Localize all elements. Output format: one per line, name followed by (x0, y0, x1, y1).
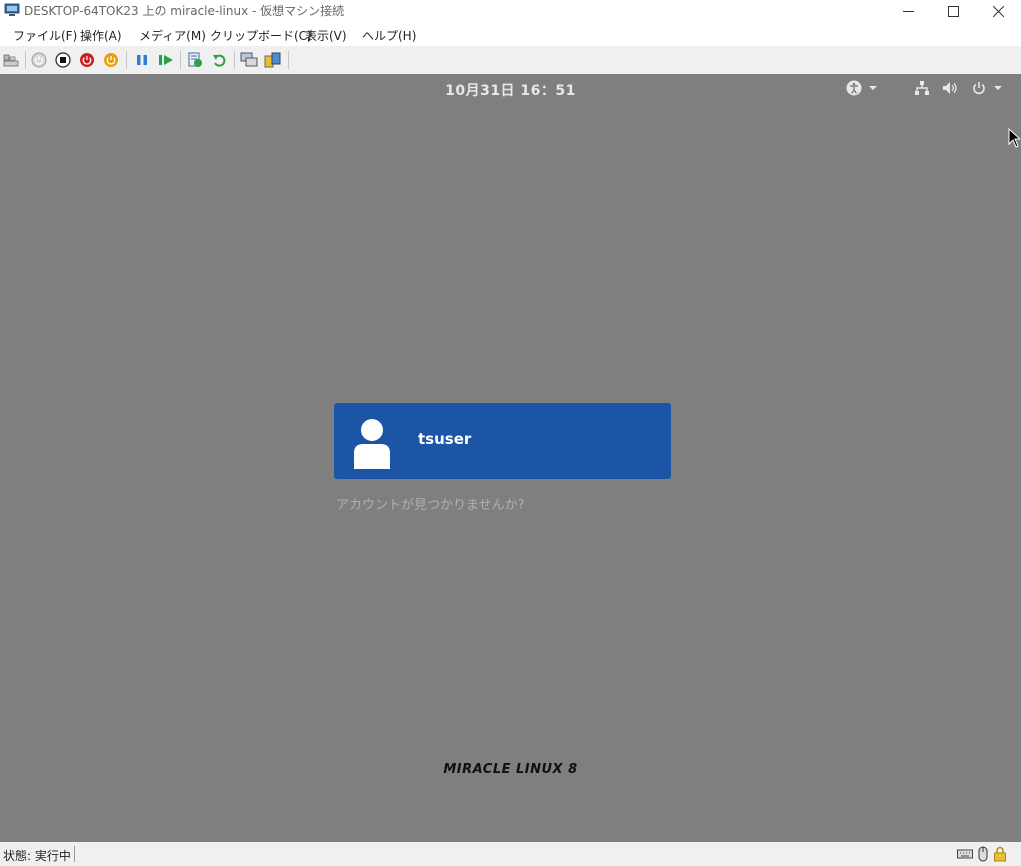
mouse-icon (978, 846, 988, 862)
resume-button[interactable] (157, 51, 175, 69)
network-icon (915, 81, 929, 95)
shut-down-icon (80, 53, 94, 67)
toolbar-separator (180, 51, 181, 69)
close-icon (992, 5, 1004, 17)
enhanced-session-icon (240, 52, 258, 67)
avatar-icon (354, 419, 390, 469)
volume-indicator[interactable] (942, 80, 958, 96)
window-title: DESKTOP-64TOK23 上の miracle-linux - 仮想マシン… (24, 4, 345, 18)
turn-off-button[interactable] (54, 51, 72, 69)
status-bar: 状態: 実行中 (0, 842, 1021, 866)
keyboard-indicator (957, 846, 973, 862)
toolbar (0, 46, 1021, 74)
maximize-icon (947, 5, 959, 17)
status-separator (74, 846, 75, 862)
distro-logo: MIRACLE LINUX 8 (443, 762, 578, 777)
pause-button[interactable] (133, 51, 151, 69)
ctrl-alt-del-button[interactable] (2, 51, 20, 69)
enhanced-session-button[interactable] (240, 51, 258, 69)
power-menu[interactable] (971, 80, 1005, 96)
share-button[interactable] (264, 51, 282, 69)
vm-screen[interactable]: 10月31日 16：51 tsuser アカウントが見つかりませんか? MIRA… (0, 74, 1021, 842)
start-button[interactable] (30, 51, 48, 69)
pause-icon (137, 55, 147, 65)
power-orange-icon (104, 53, 118, 67)
not-listed-link[interactable]: アカウントが見つかりませんか? (336, 494, 525, 513)
resume-icon (159, 55, 173, 65)
vm-connection-icon (4, 3, 20, 16)
keyboard-icon (957, 849, 973, 859)
menu-action[interactable]: 操作(A) (80, 27, 122, 44)
lock-icon (994, 846, 1006, 862)
share-icon (264, 52, 281, 68)
title-bar: DESKTOP-64TOK23 上の miracle-linux - 仮想マシン… (0, 0, 1021, 22)
volume-icon (943, 82, 957, 94)
user-name: tsuser (418, 430, 472, 448)
menu-bar: ファイル(F) 操作(A) メディア(M) クリップボード(C) 表示(V) ヘ… (0, 22, 1021, 46)
status-label: 状態: 実行中 (3, 849, 71, 863)
ctrl-alt-del-icon (3, 54, 19, 67)
toolbar-separator (234, 51, 235, 69)
mouse-indicator (978, 846, 988, 862)
toolbar-separator (288, 51, 289, 69)
network-indicator[interactable] (914, 80, 930, 96)
toolbar-separator (25, 51, 26, 69)
power-orange-button[interactable] (102, 51, 120, 69)
lock-indicator (993, 846, 1007, 862)
menu-file[interactable]: ファイル(F) (13, 27, 77, 44)
accessibility-menu[interactable] (846, 80, 880, 96)
shut-down-button[interactable] (78, 51, 96, 69)
start-icon (31, 52, 47, 68)
menu-clipboard[interactable]: クリップボード(C) (210, 27, 312, 44)
minimize-button[interactable] (885, 0, 931, 22)
accessibility-icon (846, 80, 862, 96)
maximize-button[interactable] (930, 0, 976, 22)
menu-help[interactable]: ヘルプ(H) (362, 27, 416, 44)
chevron-down-icon (994, 86, 1002, 90)
menu-view[interactable]: 表示(V) (305, 27, 347, 44)
power-icon (973, 82, 985, 95)
close-button[interactable] (975, 0, 1021, 22)
revert-button[interactable] (210, 51, 228, 69)
minimize-icon (902, 10, 914, 12)
checkpoint-icon (188, 52, 202, 67)
mouse-cursor-icon (1008, 128, 1020, 148)
turn-off-icon (55, 52, 71, 68)
toolbar-separator (126, 51, 127, 69)
chevron-down-icon (869, 86, 877, 90)
user-list-item[interactable]: tsuser (334, 403, 671, 479)
menu-media[interactable]: メディア(M) (139, 27, 206, 44)
revert-icon (213, 54, 226, 67)
checkpoint-button[interactable] (186, 51, 204, 69)
